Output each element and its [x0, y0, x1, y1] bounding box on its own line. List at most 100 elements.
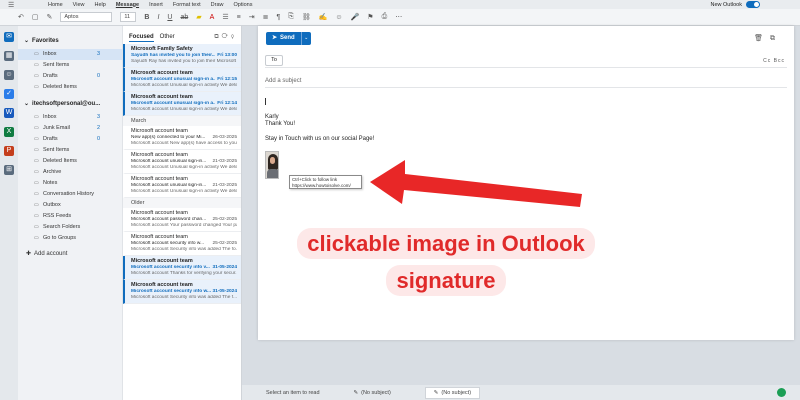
draft-tab-1[interactable]: ✎ (No subject) [354, 390, 391, 396]
menu-bar: ☰ Home View Help Message Insert Format t… [0, 0, 800, 9]
numbering-icon[interactable]: ≡ [237, 14, 241, 21]
powerpoint-icon[interactable]: P [4, 146, 14, 156]
more-options-icon[interactable]: ⋯ [395, 13, 402, 21]
folder-item[interactable]: ▭ Archive [18, 167, 122, 178]
people-icon[interactable]: ☺ [4, 70, 14, 80]
folder-item[interactable]: ▭ Notes [18, 178, 122, 189]
to-button[interactable]: To [265, 55, 283, 66]
folder-item[interactable]: ▭ Drafts 0 [18, 71, 122, 82]
menu-message[interactable]: Message [116, 2, 139, 8]
folder-item[interactable]: ▭ Inbox 3 [18, 49, 122, 60]
apps-icon[interactable]: ⊞ [4, 165, 14, 175]
tab-other[interactable]: Other [160, 34, 175, 44]
message-subject: New app(s) connected to your Mi... [131, 135, 206, 140]
menu-view[interactable]: View [73, 2, 85, 8]
folder-item[interactable]: ▭ Sent Items [18, 145, 122, 156]
message-date: 26-03-2025 [212, 135, 237, 140]
word-icon[interactable]: W [4, 108, 14, 118]
folder-item[interactable]: ▭ Sent Items [18, 60, 122, 71]
clipboard-icon[interactable]: ▢ [32, 13, 39, 21]
menu-home[interactable]: Home [48, 2, 63, 8]
strikethrough-icon[interactable]: ab [180, 14, 188, 21]
highlight-icon[interactable]: ▰ [196, 13, 201, 21]
folder-item[interactable]: ▭ Go to Groups [18, 233, 122, 244]
font-name-select[interactable]: Aptos [60, 12, 113, 22]
message-item[interactable]: Microsoft account team Microsoft account … [123, 92, 241, 116]
format-painter-icon[interactable]: ✎ [47, 13, 53, 21]
message-item[interactable]: Microsoft account team Microsoft account … [123, 208, 241, 232]
subject-field[interactable]: Add a subject [265, 76, 787, 88]
to-row[interactable]: To Cc Bcc [265, 55, 787, 68]
menu-draw[interactable]: Draw [211, 2, 224, 8]
folder-item[interactable]: ▭ Drafts 0 [18, 134, 122, 145]
flag-icon[interactable]: ⚑ [367, 13, 373, 21]
send-options-chevron-icon[interactable]: ⌄ [300, 32, 311, 45]
add-account-button[interactable]: ✚ Add account [18, 244, 122, 258]
message-item[interactable]: Microsoft account team New app(s) connect… [123, 126, 241, 150]
hamburger-menu-icon[interactable]: ☰ [8, 1, 14, 9]
emoji-icon[interactable]: ☺ [335, 14, 342, 21]
folder-label: Outbox [43, 202, 61, 208]
message-item[interactable]: Microsoft Family Safety Sayudh has invite… [123, 44, 241, 68]
send-main[interactable]: ➤ Send [266, 32, 301, 45]
signature-image[interactable] [265, 151, 279, 179]
italic-icon[interactable]: I [157, 14, 159, 21]
draft-tab-2[interactable]: ✎ (No subject) [424, 386, 481, 399]
undo-icon[interactable]: ↶ [18, 13, 24, 21]
styles-icon[interactable]: ¶ [276, 14, 280, 21]
message-item[interactable]: Microsoft account team Microsoft account … [123, 232, 241, 256]
message-item[interactable]: Microsoft account team Microsoft account … [123, 280, 241, 304]
new-outlook-toggle[interactable]: New Outlook [711, 1, 760, 8]
menu-insert[interactable]: Insert [149, 2, 163, 8]
attach-icon[interactable]: ⎘ [288, 13, 294, 21]
menu-format-text[interactable]: Format text [173, 2, 201, 8]
folder-item[interactable]: ▭ Junk Email 2 [18, 123, 122, 134]
underline-icon[interactable]: U [167, 14, 172, 21]
font-color-icon[interactable]: A [210, 14, 215, 21]
print-icon[interactable]: ⎙ [382, 13, 388, 21]
folder-item[interactable]: ▭ Search Folders [18, 222, 122, 233]
bold-icon[interactable]: B [144, 14, 149, 21]
calendar-icon[interactable]: ▦ [4, 51, 14, 61]
mail-icon[interactable]: ✉ [4, 32, 14, 42]
excel-icon[interactable]: X [4, 127, 14, 137]
folder-item[interactable]: ▭ Conversation History [18, 189, 122, 200]
folder-item[interactable]: ▭ Deleted Items [18, 156, 122, 167]
message-item[interactable]: Microsoft account team Microsoft account … [123, 68, 241, 92]
font-size-select[interactable]: 11 [120, 12, 137, 22]
account-header[interactable]: ⌄ itechsoftpersonal@ou... [18, 97, 122, 112]
send-button[interactable]: ➤ Send ⌄ [266, 32, 311, 45]
indent-icon[interactable]: ⇥ [249, 13, 255, 21]
cc-bcc-links[interactable]: Cc Bcc [763, 58, 785, 64]
message-item[interactable]: Microsoft account team Microsoft account … [123, 150, 241, 174]
bullets-icon[interactable]: ☰ [222, 13, 228, 21]
favorites-header[interactable]: ⌄ Favorites [18, 34, 122, 49]
message-subject-row: Sayudh has invited you to join their... F… [131, 53, 237, 58]
toggle-switch[interactable] [746, 1, 760, 8]
folder-pane: ⌄ Favorites ▭ Inbox 3 ▭ Sent Items ▭ Drafts 0 ▭ De… [18, 26, 122, 400]
message-item[interactable]: Microsoft account team Microsoft account … [123, 256, 241, 280]
message-subject-row: Microsoft account unusual sign-in... 21-0… [131, 159, 237, 164]
folder-item[interactable]: ▭ Outbox [18, 200, 122, 211]
copilot-icon[interactable] [777, 388, 786, 397]
message-item[interactable]: Microsoft account team Microsoft account … [123, 174, 241, 198]
group-header[interactable]: March [123, 116, 241, 126]
folder-item[interactable]: ▭ Inbox 3 [18, 112, 122, 123]
tab-focused[interactable]: Focused [129, 34, 154, 42]
discard-icon[interactable]: 🗑 [754, 35, 770, 42]
list-tools-icon[interactable]: ⧉⟳⚲ [214, 34, 237, 44]
signature-icon[interactable]: ✍ [319, 13, 328, 21]
menu-options[interactable]: Options [233, 2, 252, 8]
folder-icon: ▭ [34, 84, 39, 90]
folder-item[interactable]: ▭ RSS Feeds [18, 211, 122, 222]
text-cursor [265, 98, 266, 105]
message-preview: Microsoft account Your password changed … [131, 223, 237, 228]
menu-help[interactable]: Help [95, 2, 106, 8]
align-icon[interactable]: ≣ [263, 13, 269, 21]
group-header[interactable]: Older [123, 198, 241, 208]
dictate-icon[interactable]: 🎤 [351, 13, 360, 21]
link-icon[interactable]: ⛓ [302, 13, 311, 21]
folder-item[interactable]: ▭ Deleted Items [18, 82, 122, 93]
popout-icon[interactable]: ⧉ [770, 35, 782, 42]
todo-icon[interactable]: ✓ [4, 89, 14, 99]
